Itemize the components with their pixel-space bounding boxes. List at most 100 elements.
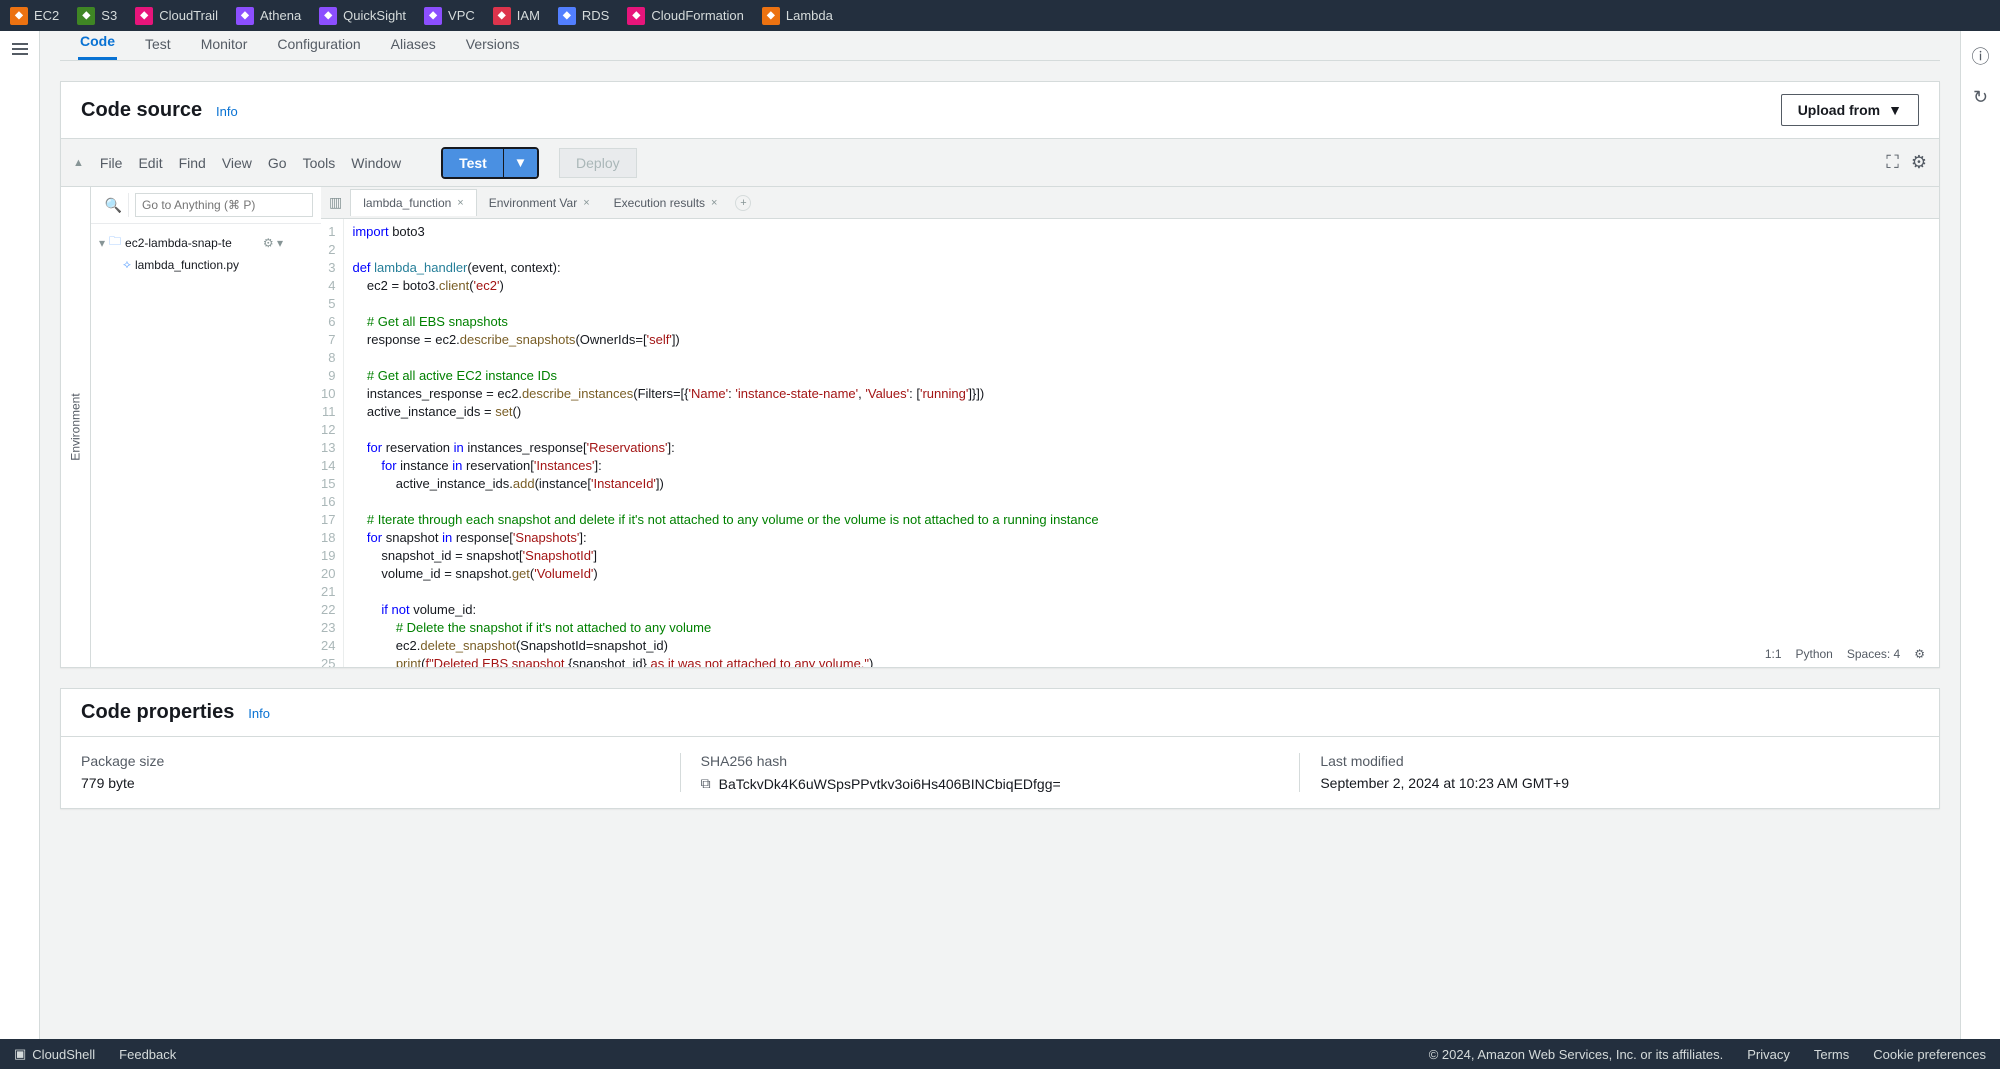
- left-rail: [0, 31, 40, 1039]
- chevron-down-icon: ▾: [99, 236, 105, 250]
- service-icon: ◆: [424, 7, 442, 25]
- folder-icon: 🗀: [109, 232, 121, 253]
- service-label: CloudTrail: [159, 8, 218, 23]
- service-label: EC2: [34, 8, 59, 23]
- tab-versions[interactable]: Versions: [464, 32, 522, 60]
- test-dropdown-button[interactable]: ▼: [504, 149, 537, 177]
- service-link-s3[interactable]: ◆S3: [77, 7, 117, 25]
- service-icon: ◆: [10, 7, 28, 25]
- service-label: Lambda: [786, 8, 833, 23]
- service-icon: ◆: [762, 7, 780, 25]
- file-label: lambda_function.py: [135, 258, 239, 272]
- code-properties-panel: Code properties Info Package size 779 by…: [60, 688, 1940, 809]
- test-button[interactable]: Test: [443, 149, 504, 177]
- modified-label: Last modified: [1320, 753, 1899, 769]
- tab-aliases[interactable]: Aliases: [389, 32, 438, 60]
- service-icon: ◆: [77, 7, 95, 25]
- service-icon: ◆: [627, 7, 645, 25]
- menu-window[interactable]: Window: [351, 155, 401, 171]
- aws-service-bar: ◆EC2◆S3◆CloudTrail◆Athena◆QuickSight◆VPC…: [0, 0, 2000, 31]
- service-link-ec2[interactable]: ◆ EC2: [10, 7, 59, 25]
- service-link-lambda[interactable]: ◆ Lambda: [762, 7, 833, 25]
- caret-down-icon: ▼: [1888, 102, 1902, 118]
- info-link[interactable]: Info: [216, 104, 238, 119]
- modified-value: September 2, 2024 at 10:23 AM GMT+9: [1320, 775, 1899, 791]
- service-icon: ◆: [493, 7, 511, 25]
- menu-edit[interactable]: Edit: [138, 155, 162, 171]
- file-tab[interactable]: Environment Var ×: [477, 190, 602, 216]
- service-link-cloudtrail[interactable]: ◆CloudTrail: [135, 7, 218, 25]
- collapse-up-icon[interactable]: ▲: [73, 157, 84, 169]
- right-rail: ⓘ ↻: [1960, 31, 2000, 1039]
- gear-icon[interactable]: ⚙: [1911, 152, 1927, 173]
- file-tab-label: Execution results: [614, 196, 705, 210]
- close-icon[interactable]: ×: [457, 197, 463, 209]
- service-label: IAM: [517, 8, 540, 23]
- terms-link[interactable]: Terms: [1814, 1047, 1849, 1062]
- service-label: VPC: [448, 8, 475, 23]
- menu-view[interactable]: View: [222, 155, 252, 171]
- window-icon[interactable]: ▥: [329, 194, 342, 211]
- service-label: RDS: [582, 8, 609, 23]
- package-size-value: 779 byte: [81, 775, 660, 791]
- menu-tools[interactable]: Tools: [303, 155, 336, 171]
- code-editor[interactable]: 1234567891011121314151617181920212223242…: [321, 219, 1939, 667]
- history-icon[interactable]: ↻: [1973, 87, 1988, 108]
- info-icon[interactable]: ⓘ: [1972, 43, 1990, 69]
- service-link-iam[interactable]: ◆ IAM: [493, 7, 540, 25]
- project-root-label: ec2-lambda-snap-te: [125, 236, 232, 250]
- editor-toolbar: ▲ File Edit Find View Go Tools Window Test ▼ D…: [61, 139, 1939, 187]
- function-tabs: Code Test Monitor Configuration Aliases Versi…: [60, 31, 1940, 61]
- tab-configuration[interactable]: Configuration: [275, 32, 362, 60]
- tab-test[interactable]: Test: [143, 32, 173, 60]
- environment-tab-rail[interactable]: Environment: [61, 187, 91, 667]
- status-gear-icon[interactable]: ⚙: [1914, 647, 1925, 661]
- new-tab-icon[interactable]: +: [735, 195, 751, 211]
- file-tab-label: lambda_function: [363, 196, 451, 210]
- service-link-quicksight[interactable]: ◆QuickSight: [319, 7, 406, 25]
- feedback-link[interactable]: Feedback: [119, 1047, 176, 1062]
- copyright-text: © 2024, Amazon Web Services, Inc. or its…: [1429, 1047, 1724, 1062]
- service-link-cloudformation[interactable]: ◆CloudFormation: [627, 7, 744, 25]
- goto-anything-input[interactable]: [135, 193, 313, 217]
- service-icon: ◆: [319, 7, 337, 25]
- service-icon: ◆: [236, 7, 254, 25]
- panel-title: Code source: [81, 99, 202, 121]
- service-icon: ◆: [558, 7, 576, 25]
- menu-find[interactable]: Find: [179, 155, 206, 171]
- status-language[interactable]: Python: [1796, 647, 1833, 661]
- upload-from-label: Upload from: [1798, 102, 1880, 118]
- close-icon[interactable]: ×: [583, 197, 589, 209]
- file-tab[interactable]: Execution results ×: [602, 190, 730, 216]
- project-gear-icon[interactable]: ⚙ ▾: [263, 236, 283, 250]
- file-row[interactable]: ⟡ lambda_function.py: [95, 255, 287, 274]
- tab-code[interactable]: Code: [78, 29, 117, 60]
- tab-monitor[interactable]: Monitor: [199, 32, 250, 60]
- cloudshell-link[interactable]: CloudShell: [32, 1047, 95, 1062]
- cookie-link[interactable]: Cookie preferences: [1873, 1047, 1986, 1062]
- project-root-row[interactable]: ▾ 🗀 ec2-lambda-snap-te ⚙ ▾: [95, 230, 287, 255]
- deploy-button: Deploy: [559, 148, 637, 178]
- service-label: Athena: [260, 8, 301, 23]
- menu-icon[interactable]: [12, 43, 28, 55]
- copy-icon[interactable]: ⧉: [701, 775, 711, 792]
- privacy-link[interactable]: Privacy: [1747, 1047, 1790, 1062]
- upload-from-button[interactable]: Upload from ▼: [1781, 94, 1919, 126]
- menu-file[interactable]: File: [100, 155, 123, 171]
- editor-status-bar: 1:1 Python Spaces: 4 ⚙: [1759, 645, 1931, 663]
- status-spaces[interactable]: Spaces: 4: [1847, 647, 1900, 661]
- sha-value: BaTckvDk4K6uWSpsPPvtkv3oi6Hs406BINCbiqED…: [719, 776, 1061, 792]
- service-link-vpc[interactable]: ◆ VPC: [424, 7, 475, 25]
- console-footer: ▣ CloudShell Feedback © 2024, Amazon Web…: [0, 1039, 2000, 1069]
- package-size-label: Package size: [81, 753, 660, 769]
- menu-go[interactable]: Go: [268, 155, 287, 171]
- properties-info-link[interactable]: Info: [248, 706, 270, 721]
- cloudshell-icon[interactable]: ▣: [14, 1046, 26, 1062]
- close-icon[interactable]: ×: [711, 197, 717, 209]
- file-tab[interactable]: lambda_function ×: [350, 189, 477, 216]
- fullscreen-icon[interactable]: ⛶: [1886, 152, 1899, 173]
- file-tab-label: Environment Var: [489, 196, 577, 210]
- service-link-athena[interactable]: ◆ Athena: [236, 7, 301, 25]
- service-link-rds[interactable]: ◆ RDS: [558, 7, 609, 25]
- search-icon[interactable]: 🔍: [99, 193, 129, 217]
